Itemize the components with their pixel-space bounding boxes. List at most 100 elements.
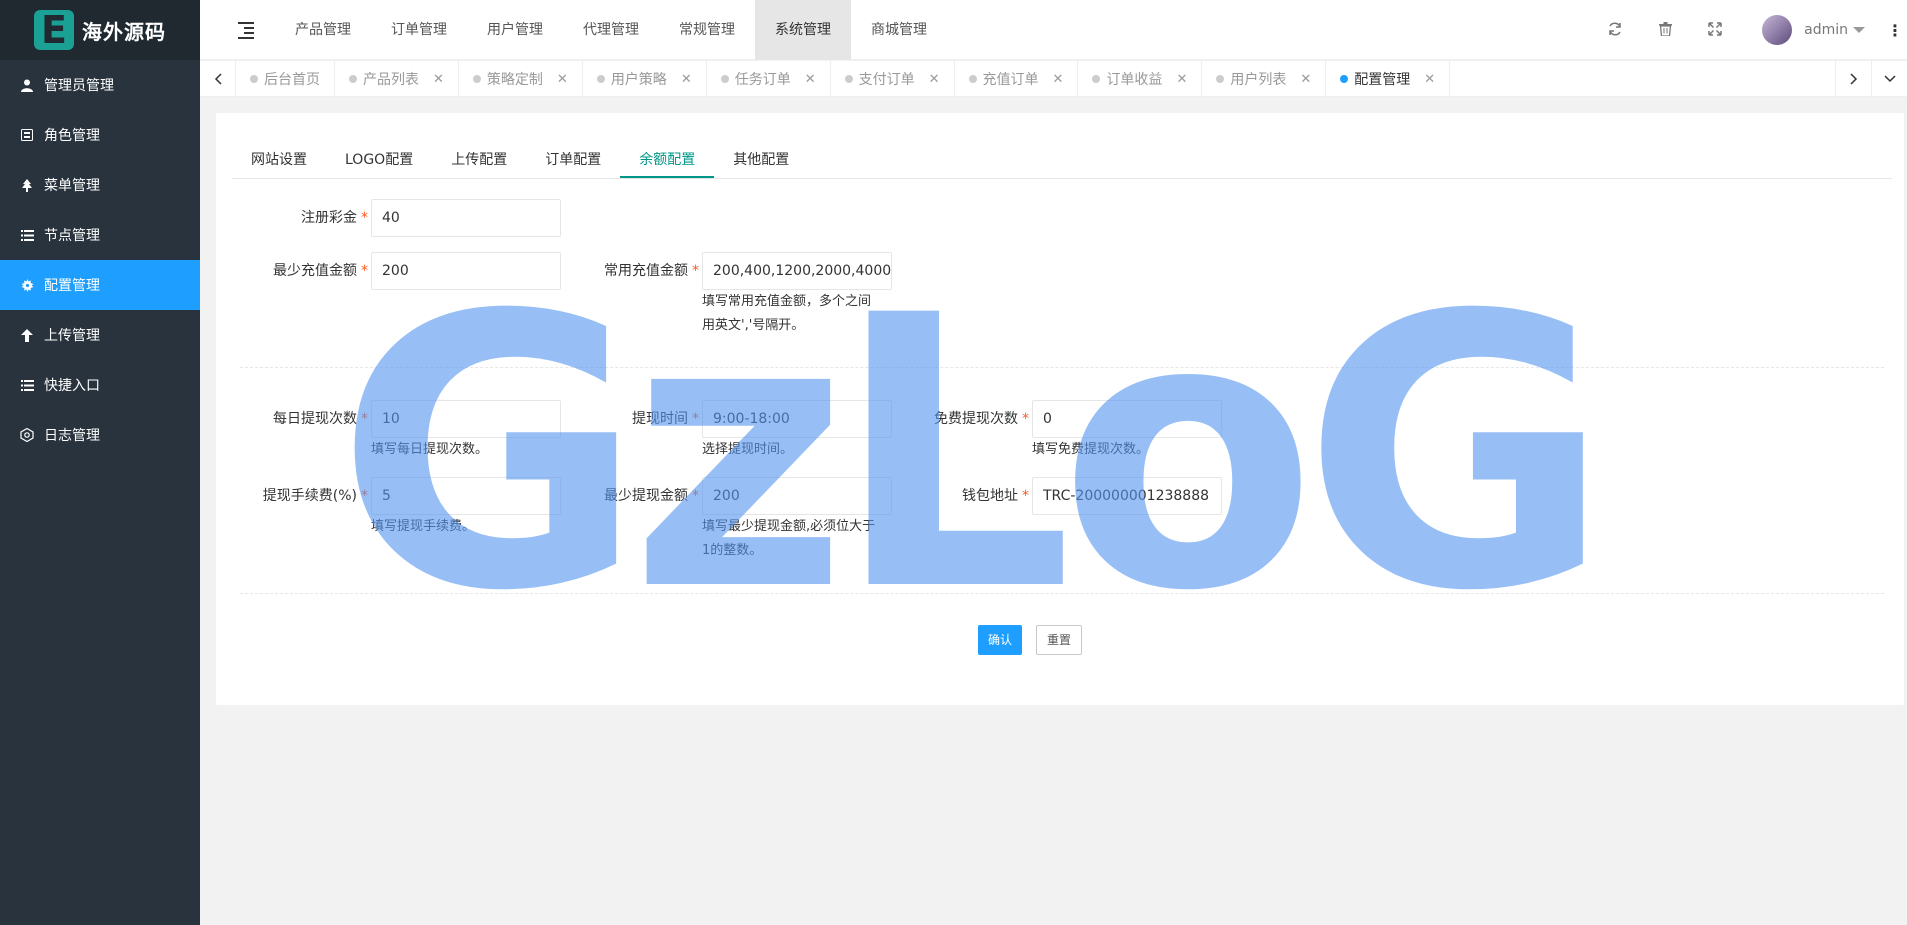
sidebar-item-node[interactable]: 节点管理 [0,210,200,260]
user-name[interactable]: admin [1804,22,1848,38]
tab-site-settings[interactable]: 网站设置 [232,141,326,178]
page-tab-label: 任务订单 [734,72,791,88]
sidebar-item-admin[interactable]: 管理员管理 [0,60,200,110]
wallet-input[interactable]: TRC-200000001238888 [1032,477,1222,515]
required-mark: * [361,488,368,504]
common-recharge-help-1: 填写常用充值金额，多个之间 [702,294,872,309]
topnav-item-agents[interactable]: 代理管理 [563,0,659,60]
close-icon[interactable]: ✕ [1176,72,1187,87]
tab-dot-icon [1216,75,1225,83]
page-tab[interactable]: 用户列表 ✕ [1202,61,1327,97]
top-nav: 产品管理 订单管理 用户管理 代理管理 常规管理 系统管理 商城管理 [275,0,947,60]
common-recharge-help-2: 用英文','号隔开。 [702,318,805,333]
close-icon[interactable]: ✕ [433,72,444,87]
sidebar-item-label: 节点管理 [44,228,100,244]
page-tab[interactable]: 订单收益 ✕ [1078,61,1203,97]
required-mark: * [361,411,368,427]
page-tab[interactable]: 产品列表 ✕ [335,61,459,97]
withdraw-time-label: 提现时间 * [486,400,699,438]
more-vertical-icon[interactable]: ⋮ [1887,21,1903,40]
tabs-dropdown-icon[interactable] [1871,61,1907,97]
sidebar: E 海外源码 管理员管理 角色管理 菜单管理 节点管理 配置管理 上传管理 快捷… [0,0,200,925]
tab-logo-config[interactable]: LOGO配置 [326,141,432,178]
sidebar-item-label: 快捷入口 [44,378,100,394]
close-icon[interactable]: ✕ [1424,72,1435,87]
page-tab[interactable]: 用户策略 ✕ [583,61,707,97]
page-tab-label: 用户策略 [610,72,667,88]
logo-icon: E [34,10,74,50]
close-icon[interactable]: ✕ [681,72,692,87]
topnav-item-system[interactable]: 系统管理 [755,0,851,60]
list-icon [20,228,34,242]
reset-button[interactable]: 重置 [1036,625,1082,655]
page-tab-label: 支付订单 [858,72,915,88]
user-icon [20,78,34,92]
logo[interactable]: E 海外源码 [0,0,200,60]
page-tab[interactable]: 支付订单 ✕ [831,61,955,97]
page-tab-active[interactable]: 配置管理 ✕ [1326,61,1451,97]
refresh-icon[interactable] [1607,22,1623,38]
topnav-item-users[interactable]: 用户管理 [467,0,563,60]
tab-upload-config[interactable]: 上传配置 [432,141,526,178]
label-text: 常用充值金额 [604,263,688,279]
sidebar-menu: 管理员管理 角色管理 菜单管理 节点管理 配置管理 上传管理 快捷入口 日志管理 [0,60,200,460]
sidebar-item-label: 配置管理 [44,278,100,294]
sidebar-item-config[interactable]: 配置管理 [0,260,200,310]
common-recharge-input[interactable]: 200,400,1200,2000,4000,8000 [702,252,892,290]
role-icon [20,128,34,142]
topnav-item-mall[interactable]: 商城管理 [851,0,947,60]
label-text: 注册彩金 [301,210,357,226]
fullscreen-icon[interactable] [1707,22,1723,38]
top-header: 产品管理 订单管理 用户管理 代理管理 常规管理 系统管理 商城管理 admin… [200,0,1907,60]
tab-dot-icon [596,75,605,83]
sidebar-item-upload[interactable]: 上传管理 [0,310,200,360]
tab-other-config[interactable]: 其他配置 [714,141,808,178]
page-tabs: 后台首页 产品列表 ✕ 策略定制 ✕ 用户策略 ✕ 任务订单 ✕ 支付订单 ✕ 充值订单 ✕… [236,61,1451,97]
topnav-item-orders[interactable]: 订单管理 [371,0,467,60]
confirm-button[interactable]: 确认 [978,625,1022,655]
page-tab[interactable]: 策略定制 ✕ [459,61,583,97]
close-icon[interactable]: ✕ [1053,72,1064,87]
free-withdraw-input[interactable]: 0 [1032,400,1222,438]
config-card: 网站设置 LOGO配置 上传配置 订单配置 余额配置 其他配置 注册彩金 * 40… [216,113,1904,705]
close-icon[interactable]: ✕ [929,72,940,87]
min-withdraw-help-2: 1的整数。 [702,543,763,558]
label-text: 最少充值金额 [273,263,357,279]
sidebar-item-menu[interactable]: 菜单管理 [0,160,200,210]
register-bonus-label: 注册彩金 * [216,199,368,237]
topnav-item-products[interactable]: 产品管理 [275,0,371,60]
tab-order-config[interactable]: 订单配置 [526,141,620,178]
page-tab[interactable]: 充值订单 ✕ [955,61,1079,97]
label-text: 钱包地址 [962,488,1018,504]
withdraw-fee-label: 提现手续费(%) * [216,477,368,515]
page-tabs-bar: 后台首页 产品列表 ✕ 策略定制 ✕ 用户策略 ✕ 任务订单 ✕ 支付订单 ✕ 充值订单 ✕… [200,61,1907,97]
required-mark: * [361,263,368,279]
sidebar-item-shortcut[interactable]: 快捷入口 [0,360,200,410]
menu-toggle-icon[interactable] [238,22,254,39]
sidebar-item-label: 上传管理 [44,328,100,344]
withdraw-time-help: 选择提现时间。 [702,442,794,457]
sidebar-item-log[interactable]: 日志管理 [0,410,200,460]
label-text: 每日提现次数 [273,411,357,427]
register-bonus-input[interactable]: 40 [371,199,561,237]
tab-balance-config[interactable]: 余额配置 [620,141,715,178]
page-tab[interactable]: 任务订单 ✕ [707,61,831,97]
tab-dot-icon [844,75,853,83]
close-icon[interactable]: ✕ [1300,72,1311,87]
gear-icon [20,278,34,292]
upload-icon [20,328,34,342]
divider [240,367,1884,368]
tabs-scroll-left-icon[interactable] [200,61,236,97]
avatar[interactable] [1762,15,1793,45]
min-withdraw-help-1: 填写最少提现金额,必须位大于 [702,519,876,534]
tabs-scroll-right-icon[interactable] [1835,61,1871,97]
label-text: 最少提现金额 [604,488,688,504]
sidebar-item-role[interactable]: 角色管理 [0,110,200,160]
close-icon[interactable]: ✕ [805,72,816,87]
tab-dot-icon [1092,75,1101,83]
page-tab[interactable]: 后台首页 [236,61,335,97]
chevron-down-icon[interactable] [1853,27,1865,33]
trash-icon[interactable] [1657,22,1673,38]
close-icon[interactable]: ✕ [557,72,568,87]
topnav-item-general[interactable]: 常规管理 [659,0,755,60]
